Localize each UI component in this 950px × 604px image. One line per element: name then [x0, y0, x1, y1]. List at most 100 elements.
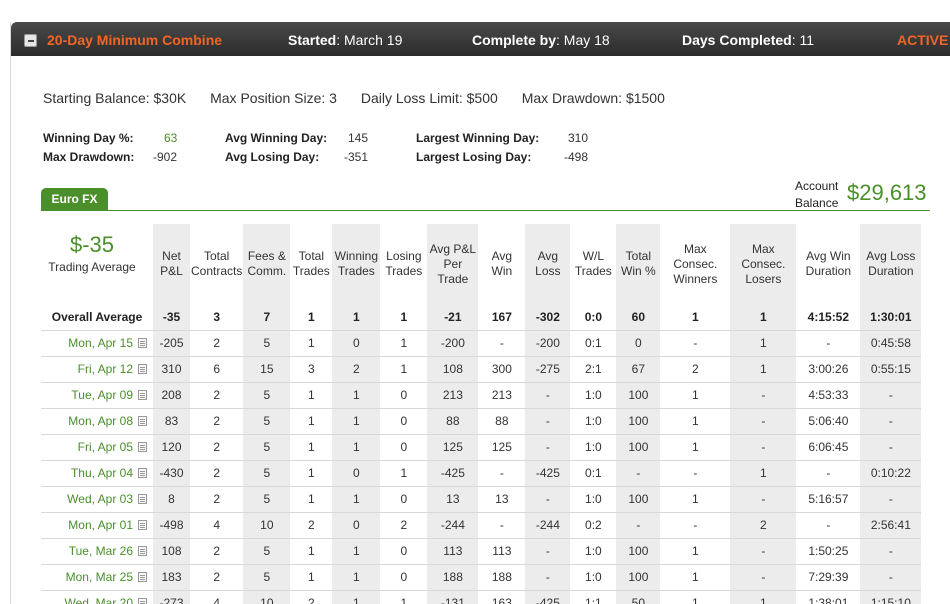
table-cell: 5: [243, 460, 291, 487]
table-row[interactable]: Fri, Apr 05 120 2 5 1 1 0 125 125-1:0 100 1-6:06:4…: [41, 434, 922, 461]
table-cell: 100: [616, 538, 661, 565]
table-cell: 3: [190, 304, 244, 331]
row-date-link[interactable]: Fri, Apr 12: [41, 356, 153, 383]
notes-icon[interactable]: [138, 546, 147, 556]
daily-stats-table: Net P&L Total Contracts Fees & Comm. Total Trad…: [41, 224, 922, 604]
table-row[interactable]: Wed, Mar 20 -273 4 10 2 1 1 -131 163 -425 1:1 50 1 1 1…: [41, 590, 922, 604]
table-cell: 83: [153, 408, 190, 435]
table-cell: 0: [380, 408, 428, 435]
table-cell: 213: [478, 382, 526, 409]
column-header[interactable]: Total Trades: [290, 224, 332, 304]
table-row[interactable]: Mon, Apr 01 -498 4 10 2 0 2 -244- -244 0:2- -2-2:5…: [41, 512, 922, 539]
overall-average-row: Overall Average -35 3 7 1 1 1 -21 167 -302 0:0 60 1 1…: [41, 304, 922, 331]
notes-icon[interactable]: [138, 416, 147, 426]
row-date-link[interactable]: Fri, Apr 05: [41, 434, 153, 461]
stats-block: Winning Day %: 63 Max Drawdown: -902 Avg…: [11, 129, 950, 169]
table-cell: 2: [660, 356, 731, 383]
notes-icon[interactable]: [138, 494, 147, 504]
notes-icon[interactable]: [138, 520, 147, 530]
column-header[interactable]: Fees & Comm.: [243, 224, 291, 304]
table-cell: -: [478, 460, 526, 487]
table-cell: 2: [190, 460, 244, 487]
table-cell: 0:0: [570, 304, 617, 331]
table-cell: -: [525, 486, 571, 513]
table-row[interactable]: Fri, Apr 12 310 6 15 3 2 1 108 300 -275 2:1 67 2 1 3:0…: [41, 356, 922, 383]
notes-icon[interactable]: [138, 390, 147, 400]
column-header[interactable]: Avg Loss: [525, 224, 571, 304]
table-cell: 1: [290, 330, 333, 357]
row-date-link[interactable]: Tue, Apr 09: [41, 382, 153, 409]
table-row[interactable]: Tue, Apr 09 208 2 5 1 1 0 213 213-1:0 100 1-4:53:3…: [41, 382, 922, 409]
row-date-link[interactable]: Tue, Mar 26: [41, 538, 153, 565]
notes-icon[interactable]: [138, 572, 147, 582]
column-header[interactable]: Winning Trades: [332, 224, 381, 304]
column-header[interactable]: Avg P&L Per Trade: [427, 224, 479, 304]
days-completed-info: Days Completed: 11: [682, 32, 815, 48]
table-cell: -: [478, 330, 526, 357]
notes-icon[interactable]: [138, 338, 147, 348]
notes-icon[interactable]: [138, 364, 147, 374]
notes-icon[interactable]: [138, 442, 147, 452]
table-cell: 188: [478, 564, 526, 591]
table-cell: 108: [427, 356, 479, 383]
largest-losing-day-label: Largest Losing Day:: [416, 150, 532, 164]
table-row[interactable]: Mon, Apr 08 83 2 5 1 1 0 88 88-1:0 100 1-5:06:40-: [41, 408, 922, 435]
combine-title: 20-Day Minimum Combine: [47, 32, 223, 48]
largest-losing-day-value: -498: [564, 150, 589, 164]
column-header[interactable]: Losing Trades: [380, 224, 427, 304]
table-row[interactable]: Tue, Mar 26 108 2 5 1 1 0 113 113-1:0 100 1-1:50:2…: [41, 538, 922, 565]
row-date-link[interactable]: Wed, Mar 20: [41, 590, 153, 604]
notes-icon[interactable]: [138, 468, 147, 478]
table-cell: -: [660, 330, 731, 357]
table-cell: 1: [332, 538, 381, 565]
row-date-link[interactable]: Thu, Apr 04: [41, 460, 153, 487]
table-cell: -: [525, 538, 571, 565]
avg-winning-day-label: Avg Winning Day:: [225, 131, 328, 145]
table-cell: 125: [427, 434, 479, 461]
column-header[interactable]: Max Consec. Winners: [660, 224, 730, 304]
column-header[interactable]: Avg Win: [478, 224, 525, 304]
table-row[interactable]: Mon, Mar 25 183 2 5 1 1 0 188 188-1:0 100 1-7:29:3…: [41, 564, 922, 591]
tab-euro-fx[interactable]: Euro FX: [41, 188, 108, 210]
header-spacer: [41, 224, 153, 304]
table-row[interactable]: Thu, Apr 04 -430 2 5 1 0 1 -425- -425 0:1- -1-0:10…: [41, 460, 922, 487]
table-cell: 2:56:41: [860, 512, 922, 539]
table-cell: 7: [243, 304, 291, 331]
table-row[interactable]: Mon, Apr 15 -205 2 5 1 0 1 -200- -200 0:1 0-1-0:45…: [41, 330, 922, 357]
table-cell: 167: [478, 304, 526, 331]
column-header[interactable]: W/L Trades: [570, 224, 616, 304]
table-cell: -: [730, 382, 797, 409]
row-date-link[interactable]: Mon, Apr 15: [41, 330, 153, 357]
row-date-link[interactable]: Wed, Apr 03: [41, 486, 153, 513]
collapse-icon[interactable]: [24, 34, 37, 47]
table-cell: 7:29:39: [796, 564, 861, 591]
row-date-link[interactable]: Mon, Apr 01: [41, 512, 153, 539]
column-header[interactable]: Total Contracts: [190, 224, 243, 304]
table-cell: -: [730, 408, 797, 435]
row-date-link[interactable]: Mon, Apr 08: [41, 408, 153, 435]
table-cell: -: [660, 512, 731, 539]
column-header[interactable]: Max Consec. Losers: [730, 224, 797, 304]
table-cell: 100: [616, 408, 661, 435]
row-date-link[interactable]: Mon, Mar 25: [41, 564, 153, 591]
column-header[interactable]: Total Win %: [616, 224, 661, 304]
table-cell: 1: [290, 460, 333, 487]
column-header[interactable]: Net P&L: [153, 224, 190, 304]
table-cell: 1: [332, 382, 381, 409]
table-cell: 5:06:40: [796, 408, 861, 435]
table-cell: 0: [616, 330, 661, 357]
largest-winning-day-label: Largest Winning Day:: [416, 131, 540, 145]
table-cell: 1:15:10: [860, 590, 922, 604]
column-header[interactable]: Avg Win Duration: [796, 224, 860, 304]
column-header[interactable]: Avg Loss Duration: [860, 224, 922, 304]
table-cell: 1: [730, 304, 797, 331]
table-cell: -: [860, 382, 922, 409]
table-cell: 15: [243, 356, 291, 383]
table-cell: -: [616, 460, 661, 487]
table-cell: 0:2: [570, 512, 617, 539]
table-cell: 1: [730, 590, 797, 604]
table-cell: 1:0: [570, 434, 617, 461]
table-row[interactable]: Wed, Apr 03 8 2 5 1 1 0 13 13-1:0 100 1-5:16:57-: [41, 486, 922, 513]
table-cell: 2: [290, 512, 333, 539]
notes-icon[interactable]: [138, 598, 147, 604]
